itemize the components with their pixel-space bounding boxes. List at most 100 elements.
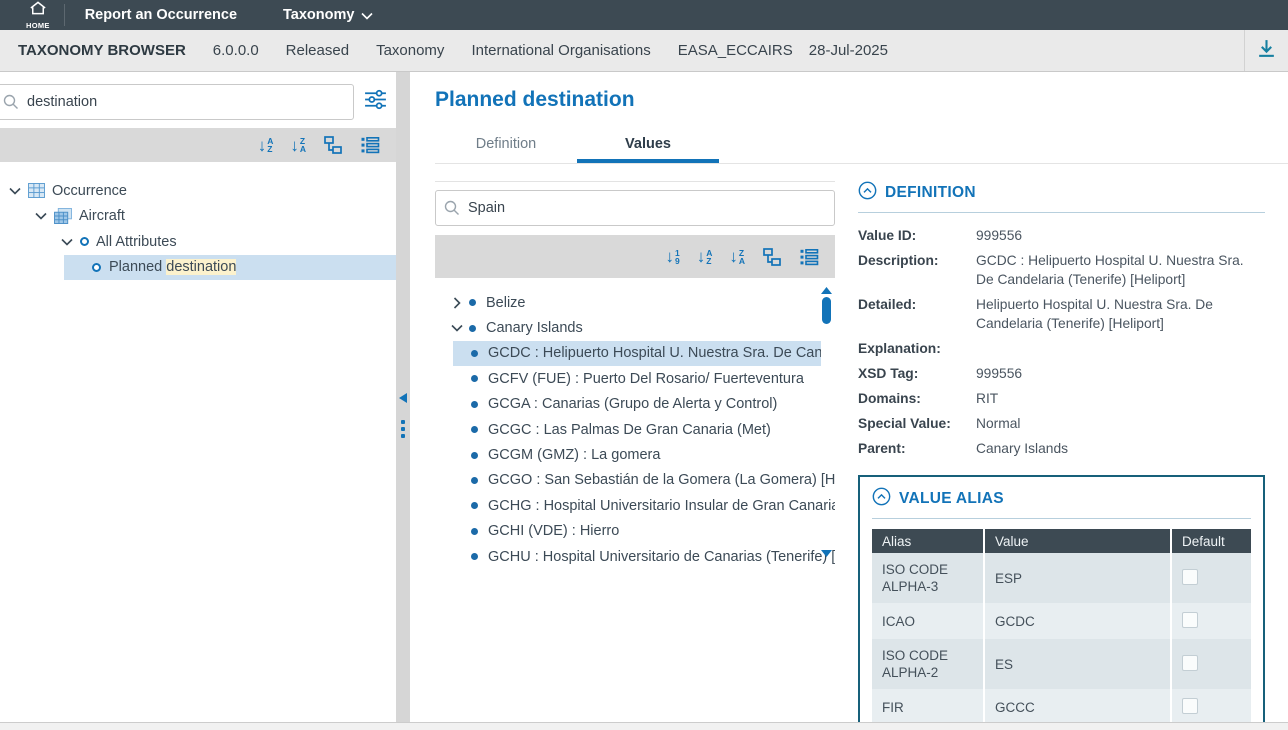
field-value: Normal: [976, 414, 1265, 433]
collapse-section-icon[interactable]: [872, 487, 891, 511]
collapse-chevron-icon[interactable]: [60, 238, 74, 246]
search-icon: [3, 94, 19, 115]
field-value: GCDC : Helipuerto Hospital U. Nuestra Sr…: [976, 251, 1265, 289]
page-title: Planned destination: [435, 88, 1288, 112]
scrollbar-thumb[interactable]: [822, 297, 831, 324]
default-checkbox[interactable]: [1182, 612, 1198, 628]
hierarchy-view-button[interactable]: [323, 135, 343, 155]
tab-values[interactable]: Values: [577, 127, 719, 163]
top-navbar: HOME Report an Occurrence Taxonomy: [0, 0, 1288, 30]
scope-label: Taxonomy: [376, 42, 444, 59]
value-bullet-icon: [471, 375, 478, 382]
app-version: 6.0.0.0: [213, 42, 259, 59]
value-cell: GCDC: [984, 603, 1171, 639]
section-divider: [858, 212, 1265, 213]
attribute-search-input[interactable]: [0, 84, 354, 120]
value-list-item[interactable]: GCGC : Las Palmas De Gran Canaria (Met): [435, 417, 835, 442]
flat-list-view-button[interactable]: [799, 247, 819, 267]
sort-za-button[interactable]: ↓ZA: [290, 137, 306, 154]
value-list-item[interactable]: GCGO : San Sebastián de la Gomera (La Go…: [435, 468, 835, 493]
collapse-chevron-icon[interactable]: [451, 324, 463, 332]
value-bullet-icon: [471, 452, 478, 459]
value-alias-section-title: VALUE ALIAS: [899, 490, 1004, 508]
taxonomy-tree-panel: ↓AZ ↓ZA: [0, 72, 396, 722]
default-checkbox[interactable]: [1182, 569, 1198, 585]
main-panel: Planned destination Definition Values: [410, 72, 1288, 722]
field-label: Value ID:: [858, 226, 968, 245]
value-cell: ESP: [984, 553, 1171, 603]
splitter-drag-handle[interactable]: [401, 420, 405, 438]
scroll-up-icon[interactable]: [821, 282, 832, 298]
column-header-alias: Alias: [872, 529, 984, 553]
value-bullet-icon: [471, 528, 478, 535]
values-search-input[interactable]: [435, 190, 835, 226]
collapse-panel-icon[interactable]: [399, 390, 407, 408]
tree-item-all-attributes[interactable]: All Attributes: [0, 229, 396, 255]
hierarchy-view-button[interactable]: [762, 247, 782, 267]
value-list-item[interactable]: GCHG : Hospital Universitario Insular de…: [435, 493, 835, 518]
detail-panel: DEFINITION Value ID: 999556 Description:…: [858, 181, 1288, 722]
sort-numeric-button[interactable]: ↓19: [665, 248, 679, 265]
default-cell: [1171, 553, 1251, 603]
collapse-section-icon[interactable]: [858, 181, 877, 205]
values-list: Belize Canary Islands GCDC : Helipuerto …: [435, 278, 835, 571]
tab-definition[interactable]: Definition: [435, 127, 577, 163]
sort-za-button[interactable]: ↓ZA: [729, 248, 745, 265]
definition-fields: Value ID: 999556 Description: GCDC : Hel…: [858, 226, 1265, 458]
stacked-tables-icon: [54, 208, 72, 224]
value-list-item-selected[interactable]: GCDC : Helipuerto Hospital U. Nuestra Sr…: [453, 341, 821, 366]
table-row: ISO CODE ALPHA-3 ESP: [872, 553, 1251, 603]
tree-item-label: Planned destination: [109, 259, 236, 275]
table-icon: [28, 183, 45, 198]
table-header-row: Alias Value Default: [872, 529, 1251, 553]
filter-button[interactable]: [354, 84, 396, 120]
collapse-chevron-icon[interactable]: [8, 187, 22, 195]
value-list-item[interactable]: GCFV (FUE) : Puerto Del Rosario/ Fuertev…: [435, 366, 835, 391]
sort-az-button[interactable]: ↓AZ: [697, 248, 713, 265]
nav-taxonomy-menu[interactable]: Taxonomy: [283, 6, 373, 24]
scroll-down-icon[interactable]: [821, 545, 832, 561]
home-button[interactable]: HOME: [26, 1, 50, 30]
value-alias-section: VALUE ALIAS Alias Value Default: [858, 475, 1265, 722]
value-bullet-icon: [469, 299, 476, 306]
value-list-item[interactable]: GCGM (GMZ) : La gomera: [435, 442, 835, 467]
sort-az-button[interactable]: ↓AZ: [258, 137, 274, 154]
value-bullet-icon: [471, 426, 478, 433]
default-checkbox[interactable]: [1182, 655, 1198, 671]
tree-item-planned-destination[interactable]: Planned destination: [64, 255, 396, 281]
expand-chevron-icon[interactable]: [451, 297, 463, 309]
value-list-item[interactable]: Belize: [435, 290, 835, 315]
download-button[interactable]: [1244, 30, 1288, 71]
value-bullet-icon: [471, 502, 478, 509]
flat-list-view-button[interactable]: [360, 135, 380, 155]
default-cell: [1171, 639, 1251, 689]
value-list-item[interactable]: GCHU : Hospital Universitario de Canaria…: [435, 544, 835, 569]
value-cell: GCCC: [984, 689, 1171, 722]
taxonomy-tree: Occurrence Aircraft: [0, 178, 396, 280]
values-toolbar: ↓19 ↓AZ ↓ZA: [435, 235, 835, 278]
tree-item-label: Occurrence: [52, 183, 127, 199]
horizontal-scrollbar[interactable]: [0, 722, 1288, 730]
value-alias-table: Alias Value Default ISO CODE ALPHA-3 ESP: [872, 529, 1251, 722]
section-divider: [872, 518, 1251, 519]
field-value: 999556: [976, 364, 1265, 383]
default-checkbox[interactable]: [1182, 698, 1198, 714]
organisation-label: International Organisations: [471, 42, 650, 59]
values-panel: ↓19 ↓AZ ↓ZA: [435, 181, 835, 722]
field-label: Description:: [858, 251, 968, 289]
alias-cell: ISO CODE ALPHA-3: [872, 553, 984, 603]
value-list-item[interactable]: GCHI (VDE) : Hierro: [435, 519, 835, 544]
collapse-chevron-icon[interactable]: [34, 212, 48, 220]
value-list-item[interactable]: GCGA : Canarias (Grupo de Alerta y Contr…: [435, 392, 835, 417]
field-label: Domains:: [858, 389, 968, 408]
attribute-bullet-icon: [80, 237, 89, 246]
value-bullet-icon: [471, 401, 478, 408]
tree-item-aircraft[interactable]: Aircraft: [0, 204, 396, 230]
value-bullet-icon: [469, 325, 476, 332]
nav-report-occurrence[interactable]: Report an Occurrence: [85, 7, 237, 23]
definition-section-title: DEFINITION: [885, 184, 976, 202]
value-list-item[interactable]: Canary Islands: [435, 315, 835, 340]
tree-item-occurrence[interactable]: Occurrence: [0, 178, 396, 204]
panel-splitter[interactable]: [396, 72, 410, 722]
release-date: 28-Jul-2025: [809, 42, 888, 59]
